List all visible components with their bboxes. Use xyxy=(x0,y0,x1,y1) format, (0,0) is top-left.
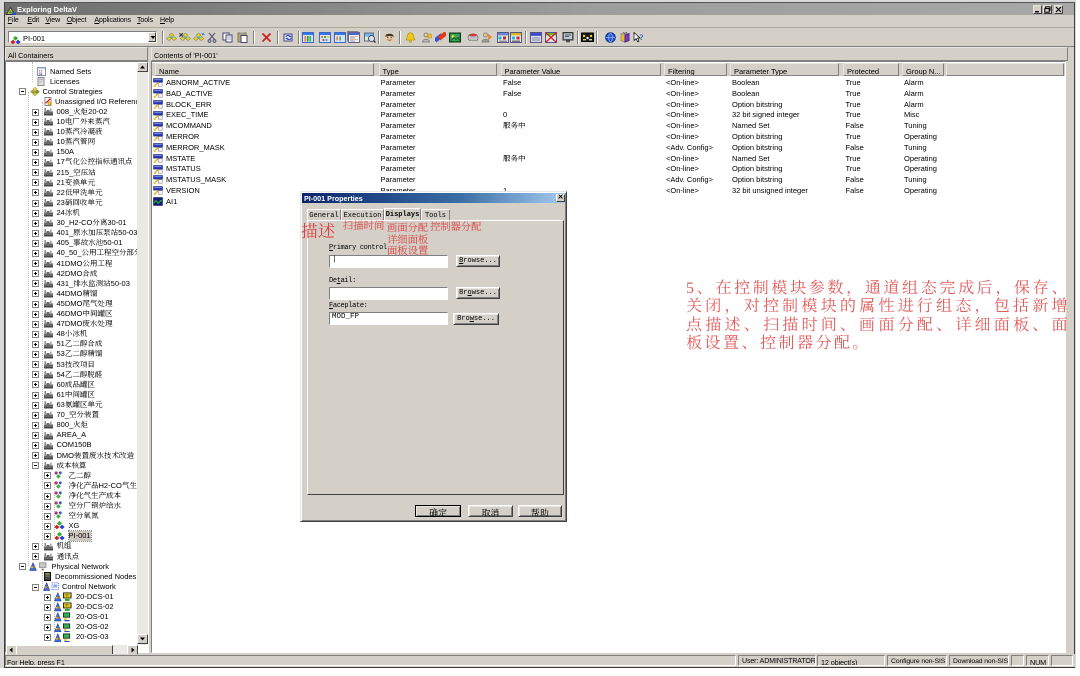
svg-text:34: 34 xyxy=(39,72,43,75)
svg-text:?: ? xyxy=(639,33,643,42)
